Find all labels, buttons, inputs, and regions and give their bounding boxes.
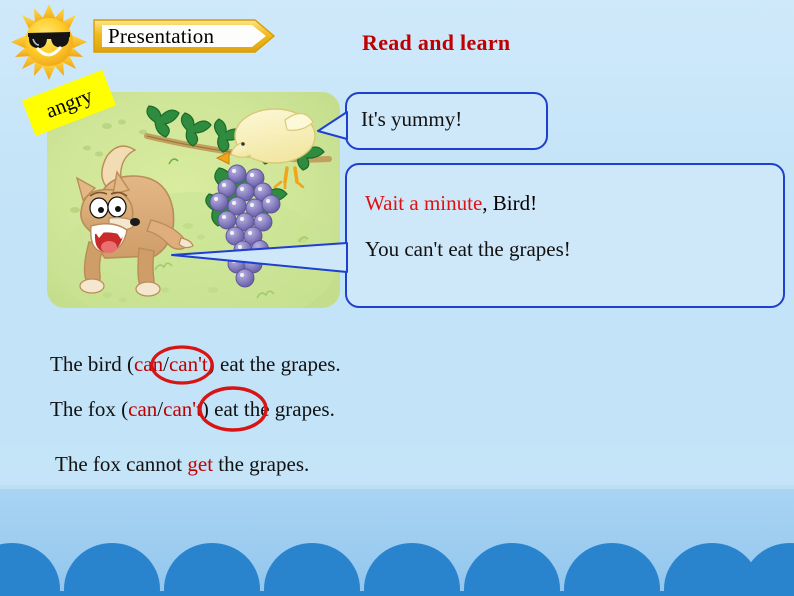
fox-speech-line-1-rest: , Bird! (482, 191, 538, 215)
bird-speech-text: It's yummy! (361, 107, 463, 131)
sentence-bird-option-cant[interactable]: can't (169, 352, 208, 376)
fox-speech-line-1: Wait a minute, Bird! (365, 191, 537, 216)
bottom-decoration-band (0, 489, 794, 596)
page-title: Read and learn (362, 30, 511, 55)
sentence-bird: The bird (can/can't) eat the grapes. (50, 352, 341, 377)
sentence-cannot-get-suffix: the grapes. (213, 452, 310, 476)
sentence-bird-prefix: The bird ( (50, 352, 134, 376)
sentence-fox-prefix: The fox ( (50, 397, 129, 421)
sentence-cannot-get-prefix: The fox cannot (55, 452, 188, 476)
sun-with-sunglasses-icon (5, 4, 97, 80)
sentence-bird-option-can[interactable]: can (134, 352, 163, 376)
presentation-banner[interactable]: Presentation (92, 16, 282, 56)
sentence-fox-option-can[interactable]: can (128, 397, 157, 421)
sentence-fox-suffix: ) eat the grapes. (201, 397, 335, 421)
bird-speech-bubble: It's yummy! (345, 92, 548, 150)
story-illustration (47, 92, 340, 308)
sentence-fox-option-cant[interactable]: can't (163, 397, 202, 421)
sentence-fox: The fox (can/can't) eat the grapes. (50, 397, 335, 422)
fox-speech-bubble: Wait a minute, Bird! You can't eat the g… (345, 163, 785, 308)
fox-speech-line-2: You can't eat the grapes! (365, 237, 571, 261)
sentence-cannot-get-highlight: get (187, 452, 214, 476)
presentation-banner-label: Presentation (108, 23, 215, 48)
sentence-cannot-get: The fox cannot get the grapes. (55, 452, 309, 477)
slide-canvas: Presentation Read and learn angry It's y… (0, 0, 794, 596)
fox-speech-emphasis: Wait a minute (365, 191, 483, 215)
sentence-bird-suffix: ) eat the grapes. (207, 352, 341, 376)
